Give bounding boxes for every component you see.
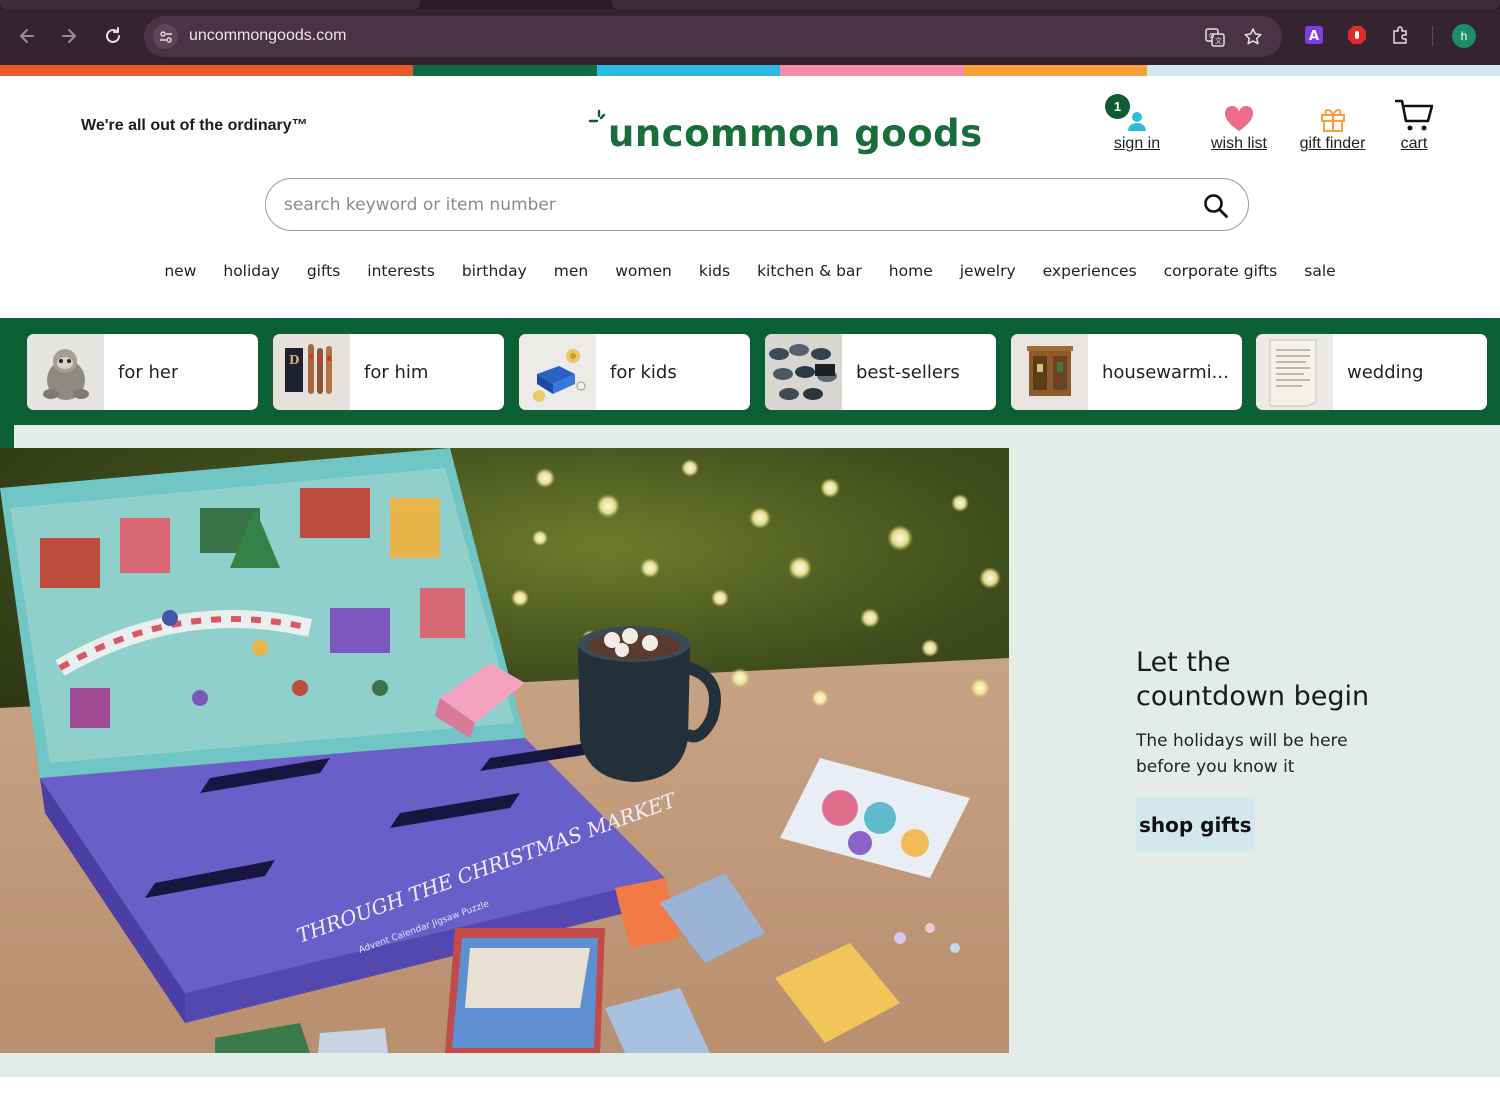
strip-segment-light-blue	[1147, 65, 1500, 76]
strip-segment-blue	[597, 65, 780, 76]
extensions-puzzle-icon[interactable]	[1390, 24, 1412, 46]
nav-item-home[interactable]: home	[875, 262, 946, 280]
logo-text: uncommon goods	[608, 112, 983, 155]
category-card-best-sellers[interactable]: best-sellers	[765, 334, 996, 410]
nav-item-men[interactable]: men	[540, 262, 601, 280]
svg-text:D: D	[289, 353, 299, 367]
forward-icon[interactable]	[55, 22, 83, 50]
search-box	[265, 178, 1249, 231]
url-text[interactable]: uncommongoods.com	[189, 27, 346, 45]
kids-toy-image	[519, 334, 596, 410]
address-bar[interactable]: uncommongoods.com G文	[144, 16, 1282, 57]
hero-title: Let the countdown begin	[1136, 646, 1436, 714]
strip-segment-orange	[0, 65, 413, 76]
profile-avatar[interactable]: h	[1452, 24, 1476, 48]
svg-text:G: G	[1209, 32, 1214, 40]
nav-item-experiences[interactable]: experiences	[1029, 262, 1150, 280]
nav-item-kitchen-bar[interactable]: kitchen & bar	[744, 262, 876, 280]
sign-in-link[interactable]: sign in	[1108, 100, 1166, 153]
logo-spark-icon	[588, 109, 606, 123]
cigar-box-image: D	[273, 334, 350, 410]
sloth-plush-image	[27, 334, 104, 410]
brand-color-strip	[0, 65, 1500, 76]
category-label: for kids	[610, 361, 677, 383]
search-icon[interactable]	[1202, 192, 1230, 220]
category-card-wedding[interactable]: wedding	[1256, 334, 1487, 410]
site-info-icon[interactable]	[153, 24, 178, 49]
advent-calendar-hero-image[interactable]: THROUGH THE CHRISTMAS MARKET Advent Cale…	[0, 448, 1009, 1053]
svg-text:A: A	[1309, 29, 1319, 44]
back-icon[interactable]	[13, 22, 41, 50]
translate-icon[interactable]: G文	[1203, 25, 1227, 49]
cart-label: cart	[1400, 135, 1428, 152]
category-card-for-kids[interactable]: for kids	[519, 334, 750, 410]
cart-icon	[1393, 99, 1435, 132]
nav-item-new[interactable]: new	[151, 262, 210, 280]
category-card-for-her[interactable]: for her	[27, 334, 258, 410]
page-bottom-spacer	[0, 1077, 1500, 1093]
toolbar-separator	[1432, 26, 1433, 46]
user-icon	[1108, 100, 1166, 132]
sign-in-label: sign in	[1113, 135, 1161, 152]
nav-item-gifts[interactable]: gifts	[293, 262, 353, 280]
wedding-print-image	[1256, 334, 1333, 410]
category-label: housewarmi...	[1102, 361, 1229, 383]
nav-item-interests[interactable]: interests	[354, 262, 449, 280]
browser-toolbar: uncommongoods.com G文 A h	[0, 0, 1500, 65]
logo[interactable]: uncommon goods	[588, 108, 983, 160]
tagline: We're all out of the ordinary™	[81, 117, 308, 134]
wooden-house-image	[1011, 334, 1088, 410]
nav-item-kids[interactable]: kids	[685, 262, 743, 280]
hero-copy: Let the countdown begin The holidays wil…	[1136, 646, 1436, 852]
strip-segment-pink	[780, 65, 964, 76]
hero-title-line-1: Let the	[1136, 647, 1231, 678]
main-navigation: new holiday gifts interests birthday men…	[0, 262, 1500, 280]
nav-item-corporate-gifts[interactable]: corporate gifts	[1150, 262, 1291, 280]
category-card-housewarming[interactable]: housewarmi...	[1011, 334, 1242, 410]
category-label: for him	[364, 361, 429, 383]
cart-link[interactable]: cart	[1393, 99, 1435, 153]
wish-list-label: wish list	[1210, 135, 1267, 152]
browser-tab[interactable]	[0, 0, 420, 9]
best-sellers-tins-image	[765, 334, 842, 410]
star-icon[interactable]	[1241, 25, 1265, 49]
gift-icon	[1290, 100, 1375, 132]
heart-icon	[1205, 100, 1273, 132]
gift-finder-link[interactable]: gift finder	[1290, 100, 1375, 153]
hero-title-line-2: countdown begin	[1136, 681, 1370, 712]
strip-segment-green	[413, 65, 597, 76]
gift-finder-label: gift finder	[1299, 135, 1366, 152]
extension-stop-icon[interactable]	[1346, 24, 1368, 46]
svg-text:文: 文	[1215, 36, 1222, 45]
category-label: for her	[118, 361, 179, 383]
nav-item-holiday[interactable]: holiday	[210, 262, 293, 280]
wish-list-link[interactable]: wish list	[1205, 100, 1273, 153]
strip-segment-yellow	[964, 65, 1147, 76]
nav-item-jewelry[interactable]: jewelry	[946, 262, 1029, 280]
reload-icon[interactable]	[99, 22, 127, 50]
nav-item-birthday[interactable]: birthday	[448, 262, 540, 280]
hero-subtitle: The holidays will be here before you kno…	[1136, 731, 1348, 777]
extension-a-icon[interactable]: A	[1303, 24, 1325, 46]
category-card-for-him[interactable]: D for him	[273, 334, 504, 410]
nav-item-sale[interactable]: sale	[1291, 262, 1349, 280]
nav-item-women[interactable]: women	[602, 262, 686, 280]
browser-tab[interactable]	[612, 0, 1500, 9]
shop-gifts-button[interactable]: shop gifts	[1136, 797, 1255, 852]
category-bar: for her D for him for kids best-sellers …	[0, 318, 1500, 425]
category-label: best-sellers	[856, 361, 960, 383]
category-label: wedding	[1347, 361, 1424, 383]
search-input[interactable]	[284, 191, 1184, 219]
